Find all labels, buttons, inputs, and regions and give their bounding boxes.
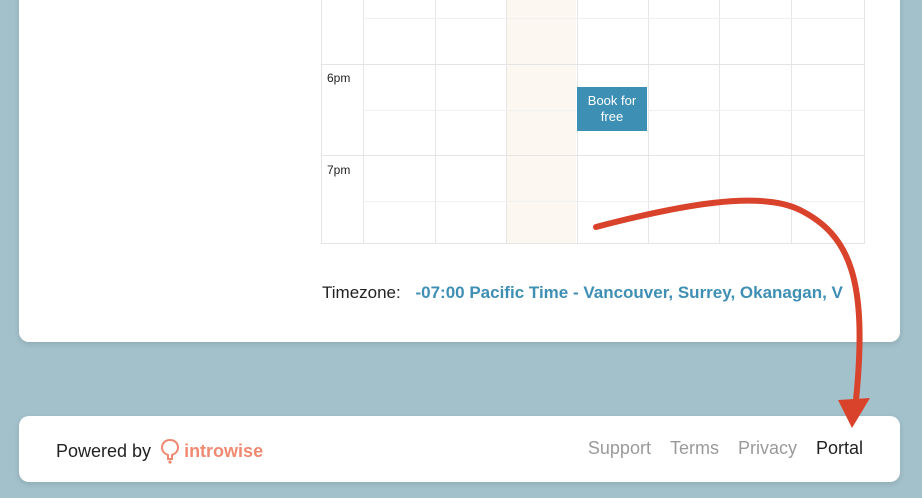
calendar-grid: 6pm 7pm Book for free <box>321 0 865 244</box>
footer-link-privacy[interactable]: Privacy <box>738 438 797 459</box>
grid-hour-line <box>322 155 864 156</box>
brand-name: introwise <box>184 440 264 461</box>
grid-hour-line <box>322 64 864 65</box>
footer-link-terms[interactable]: Terms <box>670 438 719 459</box>
powered-by-label: Powered by <box>56 440 152 461</box>
book-for-free-button[interactable]: Book for free <box>577 87 647 131</box>
footer-links: Support Terms Privacy Portal <box>588 438 863 459</box>
grid-divider <box>435 0 436 243</box>
powered-by: Powered by introwise <box>56 438 263 464</box>
grid-half-hour-line <box>363 201 864 202</box>
grid-divider <box>648 0 649 243</box>
booking-card: 6pm 7pm Book for free Timezone: -07:00 P… <box>19 0 900 342</box>
timezone-row: Timezone: -07:00 Pacific Time - Vancouve… <box>322 283 843 303</box>
grid-divider <box>719 0 720 243</box>
grid-divider <box>363 0 364 243</box>
grid-divider <box>791 0 792 243</box>
footer-link-support[interactable]: Support <box>588 438 651 459</box>
grid-half-hour-line <box>363 18 864 19</box>
timezone-selector[interactable]: -07:00 Pacific Time - Vancouver, Surrey,… <box>415 283 842 302</box>
footer: Powered by introwise Support Terms Priva… <box>19 416 900 482</box>
time-label-7pm: 7pm <box>327 163 351 177</box>
introwise-brand-link[interactable]: introwise <box>160 438 263 464</box>
time-label-6pm: 6pm <box>327 71 351 85</box>
footer-link-portal[interactable]: Portal <box>816 438 863 459</box>
timezone-label: Timezone: <box>322 283 401 302</box>
introwise-logo-icon <box>161 438 180 464</box>
today-column <box>506 0 576 243</box>
grid-divider <box>506 0 507 243</box>
